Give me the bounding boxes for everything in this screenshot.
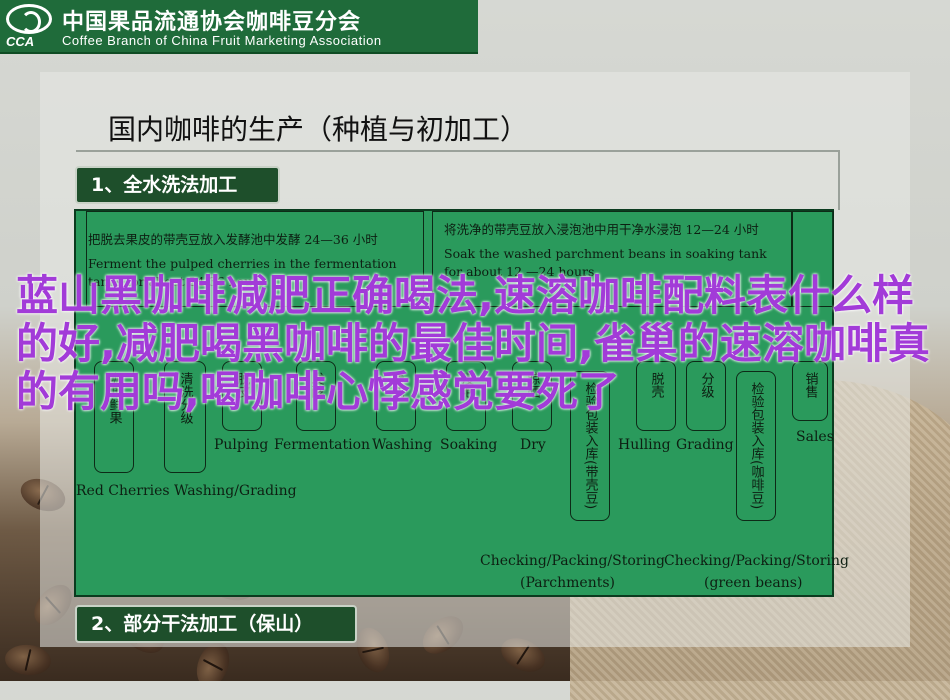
label-checking-greenbeans: Checking/Packing/Storing (664, 553, 849, 569)
label-washing: Washing (372, 437, 433, 453)
label-soaking: Soaking (440, 437, 498, 453)
slide-title: 国内咖啡的生产（种植与初加工） (108, 113, 529, 146)
org-name-en: Coffee Branch of China Fruit Marketing A… (62, 33, 382, 48)
label-fermentation: Fermentation (274, 437, 371, 453)
title-rule (76, 150, 840, 152)
overlay-watermark-text: 蓝山黑咖啡减肥正确喝法,速溶咖啡配料表什么样的好,减肥喝黑咖啡的最佳时间,雀巢的… (16, 271, 930, 416)
label-sales: Sales (796, 429, 834, 445)
label-checking-greenbeans-sub: (green beans) (704, 575, 803, 591)
label-pulping: Pulping (214, 437, 269, 453)
label-dry: Dry (520, 437, 546, 453)
label-checking-parchment-sub: (Parchments) (520, 575, 615, 591)
org-header: CCA 中国果品流通协会咖啡豆分会 Coffee Branch of China… (0, 0, 478, 54)
label-grading: Grading (676, 437, 734, 453)
section-label-partial-dry: 2、部分干法加工（保山） (75, 605, 357, 643)
cca-logo-icon (6, 4, 52, 34)
logo-text: CCA (6, 34, 35, 49)
org-name-cn: 中国果品流通协会咖啡豆分会 (62, 10, 362, 35)
label-hulling: Hulling (618, 437, 671, 453)
label-checking-parchment: Checking/Packing/Storing (480, 553, 665, 569)
note1-cn: 把脱去果皮的带壳豆放入发酵池中发酵 24—36 小时 (88, 232, 378, 247)
title-rule-vertical (838, 150, 840, 210)
label-red-cherries: Red Cherries Washing/Grading (76, 483, 297, 499)
section-label-wet-process: 1、全水洗法加工 (75, 166, 280, 204)
note2-cn: 将洗净的带壳豆放入浸泡池中用干净水浸泡 12—24 小时 (444, 222, 759, 237)
